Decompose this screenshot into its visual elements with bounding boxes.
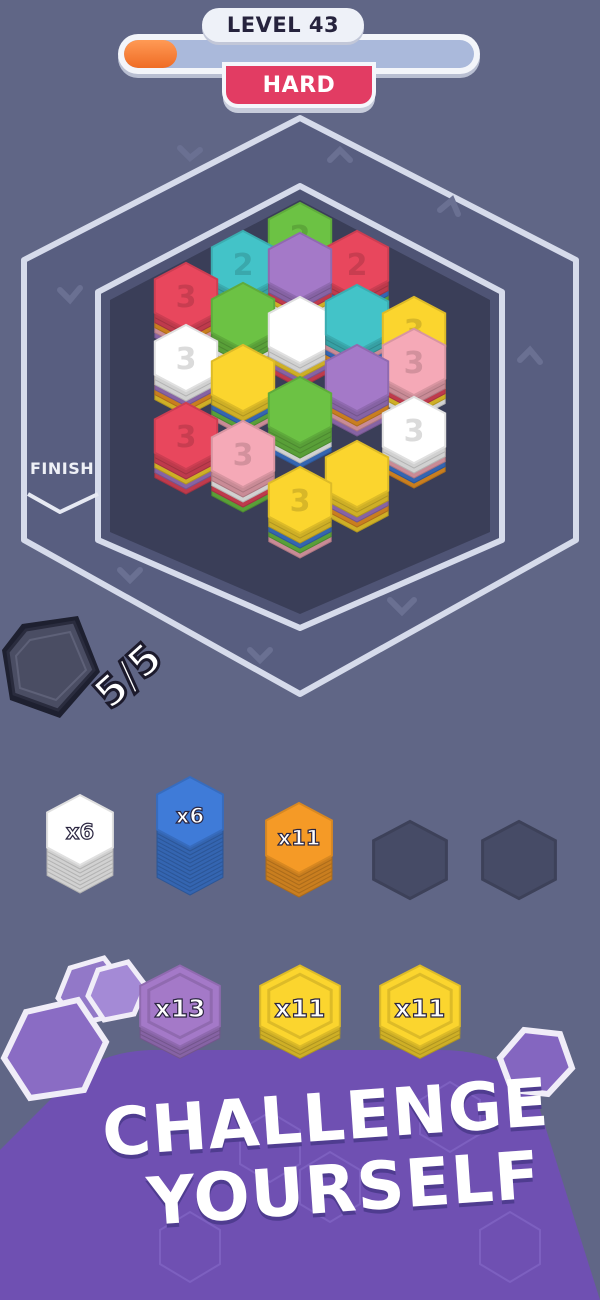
slot-stack[interactable] <box>265 801 333 898</box>
level-progress-track <box>124 40 474 68</box>
slot-stack[interactable] <box>156 775 224 896</box>
board-stack[interactable]: 3 <box>381 395 447 489</box>
board-stack[interactable] <box>324 343 390 437</box>
board-stack[interactable] <box>267 295 333 389</box>
board-stack[interactable]: 3 <box>267 465 333 559</box>
tray-count-1: x13 <box>154 993 206 1023</box>
slot-stack[interactable] <box>46 793 114 894</box>
empty-slot[interactable] <box>372 819 448 901</box>
empty-slot[interactable] <box>481 819 557 901</box>
slot-count-1: x6 <box>65 819 95 844</box>
stack-count-label: 3 <box>233 438 254 473</box>
dispenser-stack[interactable] <box>2 616 100 718</box>
stack-count-label: 3 <box>290 484 311 519</box>
slot-count-2: x6 <box>175 803 205 828</box>
tray-count-3: x11 <box>394 993 446 1023</box>
slot-count-3: x11 <box>277 825 321 850</box>
board-stack[interactable] <box>267 375 333 469</box>
stack-count-label: 2 <box>233 248 254 283</box>
board-stack[interactable] <box>324 439 390 533</box>
difficulty-badge: HARD <box>226 66 372 104</box>
stack-count-label: 3 <box>176 342 197 377</box>
promo-tagline: CHALLENGE YOURSELF <box>100 1064 552 1242</box>
stack-count-label: 2 <box>347 248 368 283</box>
level-header: LEVEL 43 HARD <box>0 0 600 120</box>
stack-count-label: 3 <box>404 414 425 449</box>
tray-count-2: x11 <box>274 993 326 1023</box>
board-stack[interactable]: 3 <box>210 419 276 513</box>
level-title: LEVEL 43 <box>202 8 364 42</box>
finish-label: FINISH <box>30 459 95 478</box>
level-progress-fill <box>124 40 177 68</box>
stack-count-label: 3 <box>176 280 197 315</box>
stack-count-label: 3 <box>404 346 425 381</box>
stack-count-label: 3 <box>176 420 197 455</box>
board-stack[interactable]: 3 <box>153 401 219 495</box>
